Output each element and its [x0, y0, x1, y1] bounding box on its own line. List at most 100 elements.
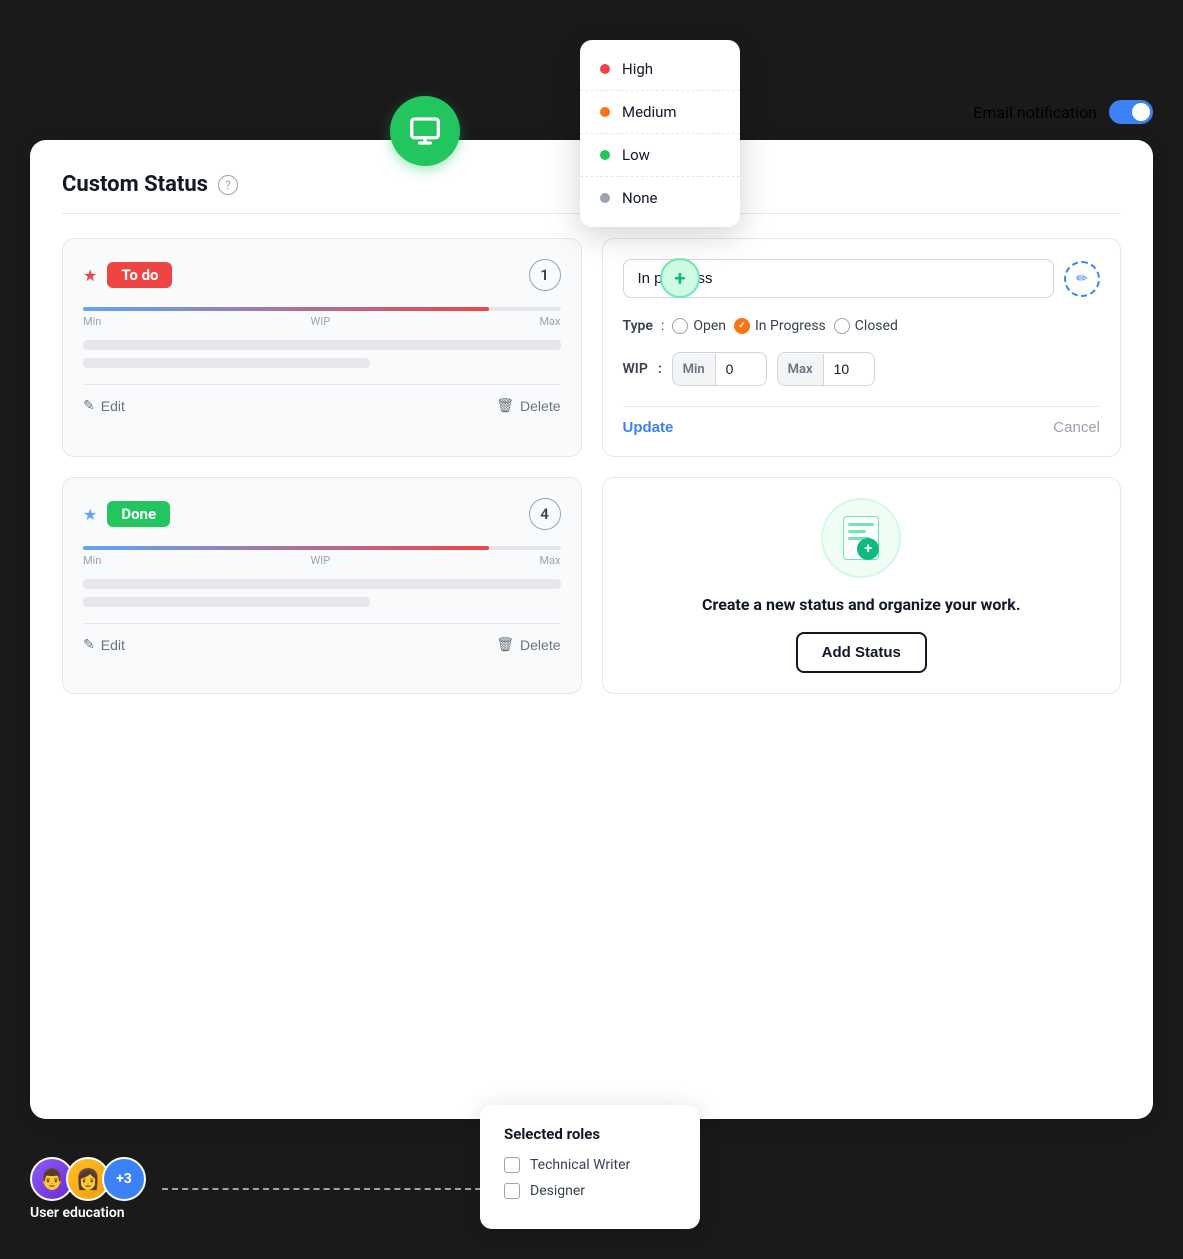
- todo-delete-button[interactable]: 🗑 Delete: [496, 397, 560, 414]
- wip-max-label: Max: [778, 354, 824, 385]
- role-item-technical-writer: Technical Writer: [504, 1157, 676, 1173]
- todo-wip-min: Min: [83, 315, 101, 328]
- todo-count: 1: [529, 259, 561, 291]
- green-circle-button[interactable]: [390, 96, 460, 166]
- info-icon-text: ?: [225, 178, 231, 192]
- type-closed-option[interactable]: Closed: [834, 318, 898, 334]
- role-checkbox-designer[interactable]: [504, 1183, 520, 1199]
- done-count: 4: [529, 498, 561, 530]
- role-label-technical-writer: Technical Writer: [530, 1157, 630, 1173]
- selected-roles-popup: Selected roles Technical Writer Designer: [480, 1105, 700, 1229]
- dot-low: [600, 150, 610, 160]
- add-status-panel: + Create a new status and organize your …: [602, 477, 1122, 694]
- todo-edit-label: Edit: [101, 398, 125, 414]
- priority-dropdown[interactable]: High Medium Low None: [580, 40, 740, 227]
- illustration-circle: +: [821, 498, 901, 578]
- priority-option-high[interactable]: High: [580, 48, 740, 91]
- email-notification-toggle[interactable]: [1109, 100, 1153, 124]
- status-card-todo: ★ To do 1 Min WIP Max: [62, 238, 582, 457]
- done-wip-mid: WIP: [311, 554, 331, 567]
- edit-panel-actions: Update Cancel: [623, 406, 1101, 436]
- add-new-status-circle[interactable]: +: [660, 258, 700, 298]
- todo-line-1: [83, 340, 561, 350]
- done-line-1: [83, 579, 561, 589]
- done-wip-max: Max: [539, 554, 560, 567]
- edit-icon: ✎: [83, 397, 95, 414]
- priority-label-none: None: [622, 189, 658, 207]
- done-header: ★ Done 4: [83, 498, 561, 530]
- radio-closed: [834, 318, 850, 334]
- add-status-button[interactable]: Add Status: [796, 632, 927, 673]
- email-notification-label: Email notification: [973, 103, 1097, 122]
- priority-label-medium: Medium: [622, 103, 677, 121]
- edit-pencil-icon-btn[interactable]: ✏: [1064, 261, 1100, 297]
- done-delete-label: Delete: [520, 637, 560, 653]
- role-checkbox-technical-writer[interactable]: [504, 1157, 520, 1173]
- todo-wip-bar: Min WIP Max: [83, 307, 561, 328]
- done-actions: ✎ Edit 🗑 Delete: [83, 623, 561, 653]
- priority-label-low: Low: [622, 146, 650, 164]
- todo-bar-fill: [83, 307, 489, 311]
- selected-roles-title: Selected roles: [504, 1125, 676, 1143]
- done-edit-icon: ✎: [83, 636, 95, 653]
- todo-wip-labels: Min WIP Max: [83, 315, 561, 328]
- add-status-illustration: +: [821, 498, 901, 578]
- type-open-label: Open: [693, 318, 726, 334]
- type-row: Type : Open In Progress Closed: [623, 318, 1101, 334]
- email-notification-bar: Email notification: [973, 100, 1153, 124]
- todo-wip-max: Max: [539, 315, 560, 328]
- wip-min-input[interactable]: [716, 353, 766, 385]
- todo-line-2: [83, 358, 370, 368]
- main-card: Custom Status ? ★ To do 1 Min WIP: [30, 140, 1153, 1119]
- dot-medium: [600, 107, 610, 117]
- todo-actions: ✎ Edit 🗑 Delete: [83, 384, 561, 414]
- status-grid: ★ To do 1 Min WIP Max: [62, 238, 1121, 694]
- done-wip-bar: Min WIP Max: [83, 546, 561, 567]
- cancel-button[interactable]: Cancel: [1053, 419, 1100, 436]
- todo-gray-lines: [83, 340, 561, 368]
- todo-star-icon[interactable]: ★: [83, 266, 97, 285]
- done-line-2: [83, 597, 370, 607]
- update-button[interactable]: Update: [623, 419, 674, 436]
- todo-delete-label: Delete: [520, 398, 560, 414]
- role-label-designer: Designer: [530, 1183, 585, 1199]
- done-bar-track: [83, 546, 561, 550]
- dot-high: [600, 64, 610, 74]
- add-status-description: Create a new status and organize your wo…: [702, 594, 1020, 616]
- priority-option-medium[interactable]: Medium: [580, 91, 740, 134]
- avatars-group: 👨 👩 +3: [30, 1157, 146, 1201]
- delete-icon: 🗑: [496, 397, 514, 414]
- status-card-done: ★ Done 4 Min WIP Max: [62, 477, 582, 694]
- done-delete-button[interactable]: 🗑 Delete: [496, 636, 560, 653]
- radio-open: [672, 318, 688, 334]
- done-wip-min: Min: [83, 554, 101, 567]
- info-icon[interactable]: ?: [218, 175, 238, 195]
- todo-wip-mid: WIP: [311, 315, 331, 328]
- done-gray-lines: [83, 579, 561, 607]
- todo-edit-button[interactable]: ✎ Edit: [83, 397, 125, 414]
- done-edit-button[interactable]: ✎ Edit: [83, 636, 125, 653]
- done-star-icon[interactable]: ★: [83, 505, 97, 524]
- done-edit-label: Edit: [101, 637, 125, 653]
- role-item-designer: Designer: [504, 1183, 676, 1199]
- wip-max-input[interactable]: [824, 353, 874, 385]
- priority-option-none[interactable]: None: [580, 177, 740, 219]
- doc-line-1: [848, 523, 874, 526]
- avatar-count[interactable]: +3: [102, 1157, 146, 1201]
- todo-bar-track: [83, 307, 561, 311]
- type-open-option[interactable]: Open: [672, 318, 726, 334]
- wip-min-label: Min: [673, 354, 716, 385]
- done-wip-labels: Min WIP Max: [83, 554, 561, 567]
- wip-row: WIP : Min Max: [623, 352, 1101, 386]
- pencil-icon: ✏: [1076, 271, 1088, 287]
- priority-label-high: High: [622, 60, 653, 78]
- priority-option-low[interactable]: Low: [580, 134, 740, 177]
- wip-min-field: Min: [672, 352, 767, 386]
- type-inprogress-option[interactable]: In Progress: [734, 318, 826, 334]
- doc-line-2: [848, 530, 866, 533]
- monitor-icon: [409, 115, 441, 147]
- wip-label: WIP: [623, 361, 648, 377]
- todo-header: ★ To do 1: [83, 259, 561, 291]
- done-badge: Done: [107, 501, 170, 527]
- wip-max-field: Max: [777, 352, 875, 386]
